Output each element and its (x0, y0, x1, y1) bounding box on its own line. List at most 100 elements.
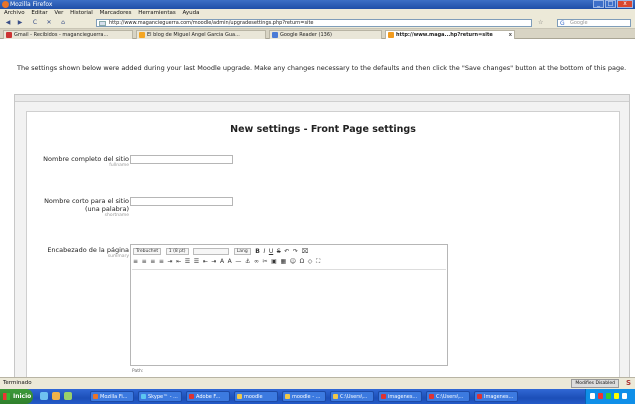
home-button[interactable]: ⌂ (58, 19, 68, 27)
menu-editar[interactable]: Editar (31, 10, 47, 16)
html-editor[interactable]: Trebuchet 1 (8 pt) Lang B I U S ↶ ↷ ⌧ ≡ (130, 244, 448, 374)
image-app-icon (429, 394, 434, 399)
hr-icon[interactable]: — (235, 257, 241, 267)
anchor-icon[interactable]: ⚓ (245, 257, 250, 267)
align-center-icon[interactable]: ≡ (142, 257, 147, 267)
skype-icon (141, 394, 146, 399)
undo-icon[interactable]: ↶ (284, 247, 289, 257)
tab-label: http://www.maga...hp?return=site (396, 32, 493, 38)
start-button[interactable]: Inicio (0, 389, 33, 404)
taskbar-item[interactable]: Adobe F... (186, 391, 230, 402)
justify-icon[interactable]: ≡ (159, 257, 164, 267)
taskbar-item[interactable]: C:\Users\... (330, 391, 374, 402)
special-char-icon[interactable]: Ω (300, 257, 305, 267)
tray-icon[interactable] (598, 393, 603, 399)
tab-close-icon[interactable]: x (509, 31, 512, 39)
table-icon[interactable]: ▦ (280, 257, 286, 267)
bg-color-icon[interactable]: A (228, 257, 232, 267)
text-color-icon[interactable]: A (220, 257, 224, 267)
taskbar-item-label: Skype™ - ... (148, 394, 178, 400)
tray-icon[interactable] (622, 393, 627, 399)
align-right-icon[interactable]: ≡ (150, 257, 155, 267)
window-titlebar: Mozilla Firefox _ □ x (0, 0, 635, 9)
bold-icon[interactable]: B (255, 247, 260, 257)
link-icon[interactable]: ∞ (254, 257, 259, 267)
italic-icon[interactable]: I (263, 247, 265, 257)
taskbar-item[interactable]: Imagenes... (474, 391, 518, 402)
search-box[interactable]: G Google (557, 19, 631, 27)
indent-icon[interactable]: ⇥ (211, 257, 216, 267)
menu-archivo[interactable]: Archivo (4, 10, 25, 16)
fullscreen-icon[interactable]: ⛶ (316, 257, 320, 267)
quicklaunch-ie-icon[interactable] (40, 392, 48, 400)
lang-select[interactable]: Lang (233, 248, 251, 255)
quicklaunch-desktop-icon[interactable] (64, 392, 72, 400)
forward-button[interactable]: ▶ (15, 19, 25, 27)
menu-historial[interactable]: Historial (70, 10, 93, 16)
close-button[interactable]: x (617, 0, 633, 8)
taskbar: Inicio Mozilla Fi... Skype™ - ... Adobe … (0, 389, 635, 404)
tab-label: El blog de Miguel Angel Garcia Gua... (147, 32, 240, 38)
editor-text-area[interactable] (132, 269, 446, 365)
style-select[interactable] (193, 248, 230, 255)
rtl-icon[interactable]: ⇤ (176, 257, 181, 267)
minimize-button[interactable]: _ (593, 0, 604, 8)
tab-blog[interactable]: El blog de Miguel Angel Garcia Gua... (136, 30, 266, 39)
ordered-list-icon[interactable]: ☰ (185, 257, 190, 267)
unordered-list-icon[interactable]: ☰ (194, 257, 199, 267)
image-icon[interactable]: ▣ (271, 257, 277, 267)
outdent-icon[interactable]: ⇤ (203, 257, 208, 267)
taskbar-item[interactable]: moodle - ... (282, 391, 326, 402)
taskbar-item-label: C:\Users\... (340, 394, 368, 400)
size-select[interactable]: 1 (8 pt) (165, 248, 189, 255)
tab-bar: Gmail - Recibidos - magancieguerra... El… (0, 29, 635, 40)
shortname-input[interactable] (130, 197, 233, 206)
fullname-input[interactable] (130, 155, 233, 164)
strike-icon[interactable]: S (277, 247, 281, 257)
back-button[interactable]: ◀ (3, 19, 13, 27)
maximize-button[interactable]: □ (605, 0, 616, 8)
menu-ayuda[interactable]: Ayuda (182, 10, 199, 16)
folder-icon (285, 394, 290, 399)
taskbar-item[interactable]: C:\Users\... (426, 391, 470, 402)
url-bar[interactable]: http://www.magancieguerra.com/moodle/adm… (96, 19, 532, 27)
tray-icon[interactable] (614, 393, 619, 399)
quicklaunch-folder-icon[interactable] (52, 392, 60, 400)
redo-icon[interactable]: ↷ (293, 247, 298, 257)
smiley-icon[interactable]: ☺ (290, 257, 296, 267)
stop-button[interactable]: ✕ (44, 19, 54, 27)
reload-button[interactable]: C (30, 19, 40, 27)
tab-google-reader[interactable]: Google Reader (136) (269, 30, 382, 39)
menu-herramientas[interactable]: Herramientas (138, 10, 175, 16)
tray-icon[interactable] (590, 393, 595, 399)
bookmark-star-icon[interactable]: ☆ (538, 19, 543, 27)
window-controls: _ □ x (593, 0, 633, 9)
status-s-icon[interactable]: S (626, 378, 631, 389)
site-icon (99, 21, 106, 26)
shortname-sub: shortname (104, 213, 129, 218)
firefox-icon (93, 394, 98, 399)
taskbar-item[interactable]: imagenes... (378, 391, 422, 402)
font-select[interactable]: Trebuchet (133, 248, 162, 255)
taskbar-item[interactable]: moodle (234, 391, 278, 402)
taskbar-item-label: Imagenes... (484, 394, 514, 400)
tab-gmail[interactable]: Gmail - Recibidos - magancieguerra... (3, 30, 133, 39)
menu-bar: Archivo Editar Ver Historial Marcadores … (0, 9, 635, 17)
taskbar-item[interactable]: Skype™ - ... (138, 391, 182, 402)
fullname-label: Nombre completo del sitio (43, 155, 129, 163)
html-source-icon[interactable]: ◇ (308, 257, 313, 267)
tab-label: Google Reader (136) (280, 32, 332, 38)
align-left-icon[interactable]: ≡ (133, 257, 138, 267)
menu-marcadores[interactable]: Marcadores (100, 10, 132, 16)
taskbar-item-label: Adobe F... (196, 394, 221, 400)
taskbar-item[interactable]: Mozilla Fi... (90, 391, 134, 402)
underline-icon[interactable]: U (269, 247, 273, 257)
status-addon[interactable]: Modifies Disabled (571, 379, 619, 388)
fullname-sub: fullname (109, 163, 129, 168)
ltr-icon[interactable]: ⇥ (168, 257, 173, 267)
unlink-icon[interactable]: ✂ (263, 257, 268, 267)
upgrade-notice: The settings shown below were added duri… (17, 64, 627, 72)
clean-icon[interactable]: ⌧ (301, 247, 308, 257)
tray-icon[interactable] (606, 393, 611, 399)
menu-ver[interactable]: Ver (54, 10, 63, 16)
